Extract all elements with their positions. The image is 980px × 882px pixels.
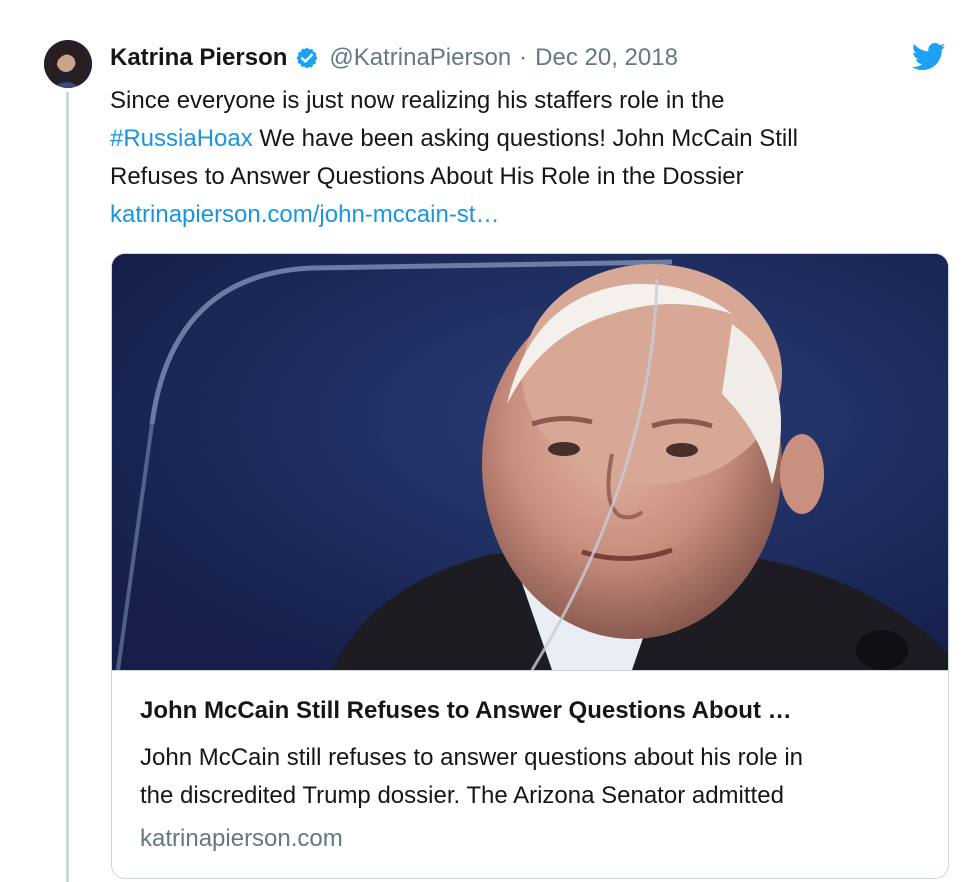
link-preview-card[interactable]: John McCain Still Refuses to Answer Ques… — [111, 253, 949, 879]
author-avatar[interactable] — [44, 40, 92, 88]
tweet-text-segment: We have been asking questions! John McCa… — [252, 125, 798, 152]
tweet-url-link[interactable]: katrinapierson.com/john-mccain-st… — [110, 196, 940, 234]
twitter-bird-icon[interactable] — [911, 42, 946, 72]
tweet-text-line: Refuses to Answer Questions About His Ro… — [110, 163, 744, 190]
card-image[interactable] — [112, 254, 948, 670]
tweet-text: Since everyone is just now realizing his… — [110, 82, 940, 234]
card-domain[interactable]: katrinapierson.com — [140, 825, 343, 853]
tweet-text-line: #RussiaHoax We have been asking question… — [110, 120, 940, 158]
card-title[interactable]: John McCain Still Refuses to Answer Ques… — [140, 697, 930, 725]
card-description: John McCain still refuses to answer ques… — [140, 739, 930, 815]
tweet-date[interactable]: Dec 20, 2018 — [535, 44, 678, 72]
tweet-text-line: Since everyone is just now realizing his… — [110, 87, 725, 114]
author-name[interactable]: Katrina Pierson — [110, 44, 287, 72]
thread-connector-line — [66, 92, 69, 882]
verified-badge-icon — [295, 46, 319, 70]
author-handle[interactable]: @KatrinaPierson — [329, 44, 511, 72]
hashtag-link[interactable]: #RussiaHoax — [110, 125, 253, 152]
tweet-header: Katrina Pierson @KatrinaPierson · Dec 20… — [110, 41, 678, 75]
header-separator: · — [519, 44, 528, 71]
card-body[interactable]: John McCain Still Refuses to Answer Ques… — [112, 670, 948, 878]
card-description-line: the discredited Trump dossier. The Arizo… — [140, 782, 784, 809]
card-description-line: John McCain still refuses to answer ques… — [140, 744, 803, 771]
